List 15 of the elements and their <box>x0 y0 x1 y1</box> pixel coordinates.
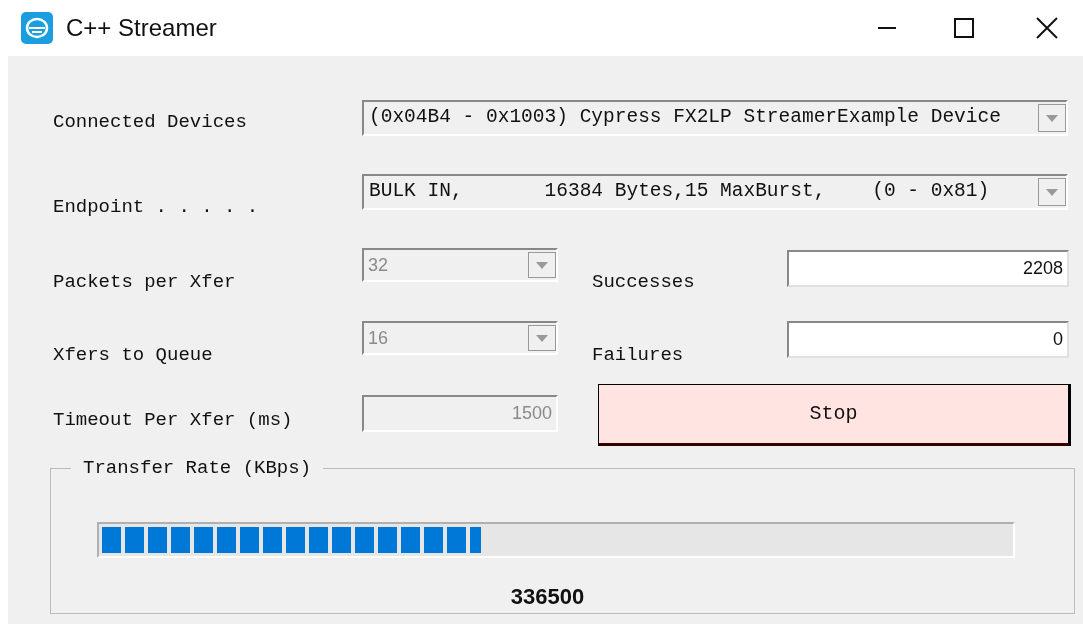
close-icon[interactable] <box>1036 17 1058 39</box>
field-label: Timeout Per Xfer (ms) <box>53 408 294 433</box>
field-label: Successes <box>592 270 696 288</box>
endpoint-dropdown[interactable]: BULK IN, 16384 Bytes,15 MaxBurst, (0 - 0x81) <box>362 174 1068 210</box>
stop-button[interactable]: Stop <box>598 384 1071 446</box>
app-icon <box>20 11 54 45</box>
failures-field[interactable]: 0 <box>787 321 1069 358</box>
maximize-icon[interactable] <box>954 18 974 38</box>
window-title: C++ Streamer <box>66 13 217 43</box>
rate-reading: 336500 <box>510 583 585 611</box>
field-label: Endpoint . . . . . <box>53 194 260 220</box>
field-label: Failures <box>592 343 685 361</box>
field-label: Connected Devices <box>53 109 248 135</box>
successes-field[interactable]: 2208 <box>787 250 1069 287</box>
device-dropdown[interactable]: (0x04B4 - 0x1003) Cypress FX2LP StreamerExample Device <box>362 100 1068 136</box>
